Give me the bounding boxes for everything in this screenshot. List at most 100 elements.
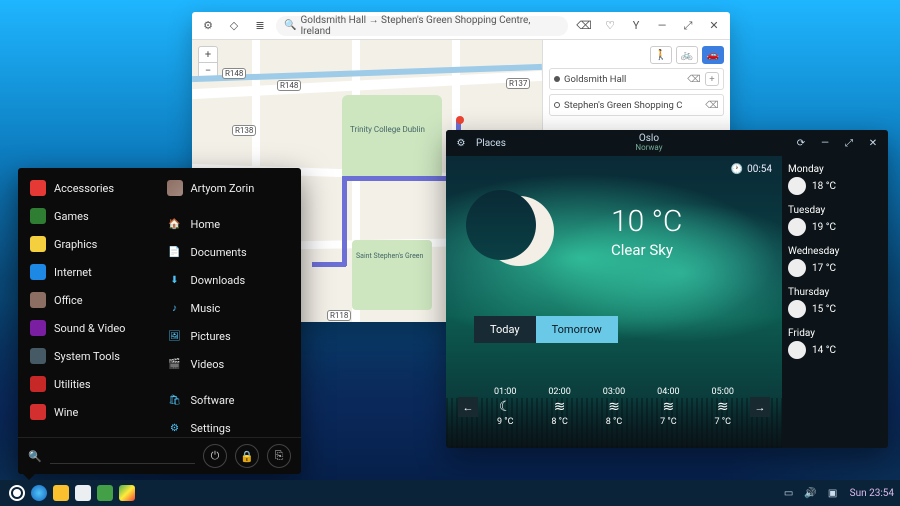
- logout-button[interactable]: ⎘: [267, 444, 291, 468]
- gear-icon[interactable]: ⚙: [452, 134, 470, 152]
- category-utilities[interactable]: Utilities: [26, 374, 157, 394]
- clear-from-icon[interactable]: ⌫: [687, 72, 701, 86]
- diamond-icon[interactable]: ◇: [224, 16, 244, 36]
- search-field[interactable]: [50, 448, 195, 461]
- places-column: Artyom Zorin 🏠 Home 📄Documents ⬇Downloads ♪Mu…: [163, 178, 294, 427]
- tab-tomorrow[interactable]: Tomorrow: [536, 316, 618, 343]
- system-settings[interactable]: ⚙Settings: [163, 418, 294, 437]
- hour-time: 02:00: [548, 387, 570, 397]
- place-documents[interactable]: 📄Documents: [163, 242, 294, 262]
- layers-icon[interactable]: ≣: [250, 16, 270, 36]
- forecast-temp: 18 °C: [812, 181, 836, 192]
- volume-icon[interactable]: 🔊: [802, 484, 820, 502]
- maximize-button[interactable]: ⤢: [678, 16, 698, 36]
- hour-icon: ≋: [663, 399, 675, 415]
- hourly-prev-button[interactable]: ←: [458, 397, 478, 417]
- moon-icon: [484, 196, 554, 266]
- close-button[interactable]: ✕: [864, 134, 882, 152]
- power-button[interactable]: ⏻: [203, 444, 227, 468]
- hourly-next-button[interactable]: →: [750, 397, 770, 417]
- car-mode-button[interactable]: 🚗: [702, 46, 724, 64]
- refresh-icon[interactable]: ⟳: [792, 134, 810, 152]
- search-input[interactable]: [50, 448, 195, 464]
- minimize-button[interactable]: —: [816, 134, 834, 152]
- forecast-icon: [788, 259, 806, 277]
- browser-launcher[interactable]: [28, 482, 50, 504]
- forecast-row: Monday18 °C: [788, 164, 882, 195]
- close-button[interactable]: ✕: [704, 16, 724, 36]
- zoom-in-button[interactable]: +: [199, 47, 217, 63]
- maps-launcher[interactable]: [116, 482, 138, 504]
- gear-icon[interactable]: ⚙: [198, 16, 218, 36]
- search-input[interactable]: 🔍 Goldsmith Hall → Stephen's Green Shopp…: [276, 16, 568, 36]
- clock[interactable]: Sun 23:54: [850, 488, 894, 499]
- park-stephens: Saint Stephen's Green: [352, 240, 432, 310]
- place-videos[interactable]: 🎬Videos: [163, 354, 294, 374]
- mail-launcher[interactable]: [50, 482, 72, 504]
- place-music[interactable]: ♪Music: [163, 298, 294, 318]
- category-games[interactable]: Games: [26, 206, 157, 226]
- user-item[interactable]: Artyom Zorin: [163, 178, 294, 198]
- hour-col: 05:00≋7 °C: [712, 387, 734, 427]
- hour-time: 03:00: [603, 387, 625, 397]
- road-badge: R137: [506, 78, 530, 89]
- favorite-icon[interactable]: ♡: [600, 16, 620, 36]
- workspace-switcher-icon[interactable]: ▭: [780, 484, 798, 502]
- folder-icon: ⬇: [167, 272, 183, 288]
- route-icon[interactable]: Y: [626, 16, 646, 36]
- hour-temp: 7 °C: [660, 417, 677, 427]
- place-label: Pictures: [191, 330, 231, 343]
- place-pictures[interactable]: 🖼Pictures: [163, 326, 294, 346]
- clock-icon: 🕐: [731, 164, 743, 175]
- category-graphics[interactable]: Graphics: [26, 234, 157, 254]
- search-icon: 🔍: [28, 450, 42, 463]
- category-icon: [30, 292, 46, 308]
- hour-temp: 9 °C: [497, 417, 514, 427]
- start-button[interactable]: [6, 482, 28, 504]
- category-office[interactable]: Office: [26, 290, 157, 310]
- system-software[interactable]: 🛍Software: [163, 390, 294, 410]
- system-icon: ⚙: [167, 420, 183, 436]
- category-accessories[interactable]: Accessories: [26, 178, 157, 198]
- maximize-button[interactable]: ⤢: [840, 134, 858, 152]
- park-trinity: Trinity College Dublin: [342, 95, 442, 180]
- category-icon: [30, 236, 46, 252]
- notifications-icon[interactable]: ▣: [824, 484, 842, 502]
- place-downloads[interactable]: ⬇Downloads: [163, 270, 294, 290]
- bike-mode-button[interactable]: 🚲: [676, 46, 698, 64]
- user-name: Artyom Zorin: [191, 182, 255, 195]
- forecast-row: Wednesday17 °C: [788, 246, 882, 277]
- clear-icon[interactable]: ⌫: [574, 16, 594, 36]
- weather-window: ⚙ Places Oslo Norway ⟳ — ⤢ ✕ 🕐 00:54 10 …: [446, 130, 888, 448]
- category-system-tools[interactable]: System Tools: [26, 346, 157, 366]
- place-home[interactable]: 🏠 Home: [163, 214, 294, 234]
- lock-button[interactable]: 🔒: [235, 444, 259, 468]
- folder-icon: 📄: [167, 244, 183, 260]
- local-time: 🕐 00:54: [731, 164, 772, 175]
- tab-today[interactable]: Today: [474, 316, 536, 343]
- system-label: Software: [191, 394, 235, 407]
- add-stop-button[interactable]: +: [705, 72, 719, 86]
- hour-time: 04:00: [657, 387, 679, 397]
- calendar-launcher[interactable]: [94, 482, 116, 504]
- place-label: Home: [191, 218, 221, 231]
- minimize-button[interactable]: —: [652, 16, 672, 36]
- walk-mode-button[interactable]: 🚶: [650, 46, 672, 64]
- route-from-field[interactable]: Goldsmith Hall ⌫ +: [549, 68, 724, 90]
- hour-icon: ☾: [499, 399, 512, 415]
- folder-icon: 🏠: [167, 216, 183, 232]
- hour-time: 05:00: [712, 387, 734, 397]
- forecast-icon: [788, 218, 806, 236]
- places-tab[interactable]: Places: [476, 138, 506, 149]
- category-internet[interactable]: Internet: [26, 262, 157, 282]
- clear-to-icon[interactable]: ⌫: [705, 98, 719, 112]
- folder-icon: ♪: [167, 300, 183, 316]
- route-to-field[interactable]: Stephen's Green Shopping C ⌫: [549, 94, 724, 116]
- files-launcher[interactable]: [72, 482, 94, 504]
- weather-main: 🕐 00:54 10 °C Clear Sky Today Tomorrow ←…: [446, 156, 782, 448]
- forecast-icon: [788, 300, 806, 318]
- hour-icon: ≋: [608, 399, 620, 415]
- category-wine[interactable]: Wine: [26, 402, 157, 422]
- road-badge: R148: [277, 80, 301, 91]
- category-sound-video[interactable]: Sound & Video: [26, 318, 157, 338]
